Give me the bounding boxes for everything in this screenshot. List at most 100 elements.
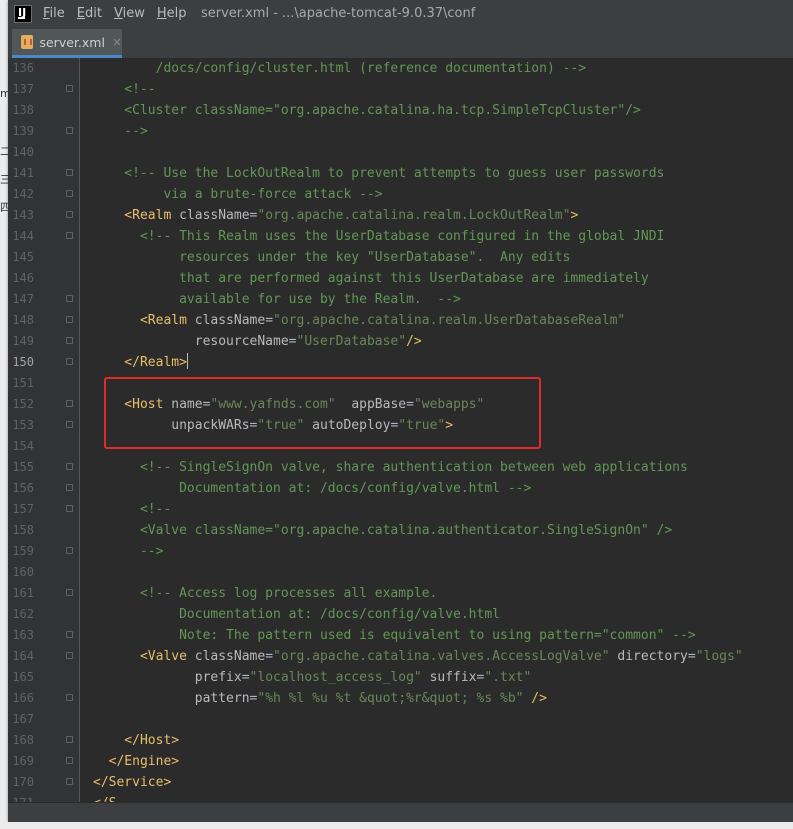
code-line[interactable]: 170 </Service>	[8, 772, 793, 793]
code-text: -->	[93, 121, 148, 142]
code-line[interactable]: 161 <!-- Access log processes all exampl…	[8, 583, 793, 604]
code-line[interactable]: 138 <Cluster className="org.apache.catal…	[8, 100, 793, 121]
code-token: ".txt"	[484, 670, 532, 685]
code-line[interactable]: 143 <Realm className="org.apache.catalin…	[8, 205, 793, 226]
fold-marker-icon[interactable]	[66, 589, 73, 596]
code-line[interactable]: 160	[8, 562, 793, 583]
fold-marker-icon[interactable]	[66, 484, 73, 491]
fold-marker-icon[interactable]	[66, 694, 73, 701]
code-text: </Realm>	[93, 352, 188, 373]
code-text: Documentation at: /docs/config/valve.htm…	[93, 478, 531, 499]
code-line[interactable]: 142 via a brute-force attack -->	[8, 184, 793, 205]
close-icon[interactable]: ×	[112, 35, 122, 49]
fold-marker-icon[interactable]	[66, 358, 73, 365]
line-number: 155	[12, 460, 34, 474]
menu-help[interactable]: Help	[157, 6, 187, 21]
code-token: "org.apache.catalina.realm.UserDatabaseR…	[273, 313, 626, 328]
code-line[interactable]: 140	[8, 142, 793, 163]
code-line[interactable]: 149 resourceName="UserDatabase"/>	[8, 331, 793, 352]
code-token: <!-- Use the LockOutRealm to prevent att…	[93, 166, 665, 181]
code-line[interactable]: 155 <!-- SingleSignOn valve, share authe…	[8, 457, 793, 478]
fold-marker-icon[interactable]	[66, 316, 73, 323]
code-token: "localhost_access_log"	[249, 670, 422, 685]
line-number: 137	[12, 82, 34, 96]
fold-marker-icon[interactable]	[66, 736, 73, 743]
fold-marker-icon[interactable]	[66, 421, 73, 428]
code-line[interactable]: 162 Documentation at: /docs/config/valve…	[8, 604, 793, 625]
code-line[interactable]: 168 </Host>	[8, 730, 793, 751]
code-line[interactable]: 145 resources under the key "UserDatabas…	[8, 247, 793, 268]
code-line[interactable]: 150 </Realm>	[8, 352, 793, 373]
code-line[interactable]: 136 /docs/config/cluster.html (reference…	[8, 58, 793, 79]
code-token: "logs"	[695, 649, 743, 664]
code-line[interactable]: 157 <!--	[8, 499, 793, 520]
fold-marker-icon[interactable]	[66, 232, 73, 239]
code-line[interactable]: 163 Note: The pattern used is equivalent…	[8, 625, 793, 646]
fold-marker-icon[interactable]	[66, 337, 73, 344]
fold-marker-icon[interactable]	[66, 211, 73, 218]
fold-marker-icon[interactable]	[66, 652, 73, 659]
line-number: 163	[12, 628, 34, 642]
code-line[interactable]: 141 <!-- Use the LockOutRealm to prevent…	[8, 163, 793, 184]
code-text: resourceName="UserDatabase"/>	[93, 331, 422, 352]
code-token: =	[241, 670, 250, 685]
code-text: pattern="%h %l %u %t &quot;%r&quot; %s %…	[93, 688, 547, 709]
code-line[interactable]: 166 pattern="%h %l %u %t &quot;%r&quot; …	[8, 688, 793, 709]
code-line[interactable]: 146 that are performed against this User…	[8, 268, 793, 289]
menu-edit[interactable]: Edit	[77, 6, 102, 21]
fold-marker-icon[interactable]	[66, 85, 73, 92]
code-line[interactable]: 169 </Engine>	[8, 751, 793, 772]
line-number: 143	[12, 208, 34, 222]
background-window-edge: m 二 三 四	[0, 0, 11, 829]
code-editor[interactable]: 136 /docs/config/cluster.html (reference…	[8, 58, 793, 802]
fold-marker-icon[interactable]	[66, 463, 73, 470]
fold-marker-icon[interactable]	[66, 547, 73, 554]
line-number: 165	[12, 670, 34, 684]
menu-file[interactable]: File	[43, 6, 65, 21]
code-text: <Cluster className="org.apache.catalina.…	[93, 100, 641, 121]
code-text: <!-- This Realm uses the UserDatabase co…	[93, 226, 664, 247]
code-token: directory	[617, 649, 688, 664]
code-line[interactable]: 144 <!-- This Realm uses the UserDatabas…	[8, 226, 793, 247]
fold-marker-icon[interactable]	[66, 505, 73, 512]
status-bar	[8, 802, 793, 822]
fold-marker-icon[interactable]	[66, 778, 73, 785]
code-token: =	[288, 334, 297, 349]
code-token: Documentation at: /docs/config/valve.htm…	[93, 481, 532, 496]
fold-marker-icon[interactable]	[66, 295, 73, 302]
tab-server-xml[interactable]: server.xml ×	[12, 29, 122, 58]
code-token: <Realm	[93, 208, 180, 223]
code-line[interactable]: 167	[8, 709, 793, 730]
tab-label: server.xml	[39, 34, 105, 50]
code-line[interactable]: 139 -->	[8, 121, 793, 142]
code-text: -->	[93, 541, 164, 562]
line-number: 161	[12, 586, 34, 600]
code-token: />	[523, 691, 547, 706]
fold-marker-icon[interactable]	[66, 190, 73, 197]
code-line[interactable]: 165 prefix="localhost_access_log" suffix…	[8, 667, 793, 688]
code-line[interactable]: 156 Documentation at: /docs/config/valve…	[8, 478, 793, 499]
code-line[interactable]: 158 <Valve className="org.apache.catalin…	[8, 520, 793, 541]
code-token: <Valve	[93, 649, 195, 664]
line-number: 171	[8, 793, 34, 802]
fold-marker-icon[interactable]	[66, 631, 73, 638]
code-token: <Cluster className="org.apache.catalina.…	[93, 103, 641, 118]
code-line[interactable]: 159 -->	[8, 541, 793, 562]
line-number: 146	[12, 271, 34, 285]
fold-marker-icon[interactable]	[66, 400, 73, 407]
code-token: =	[687, 649, 696, 664]
fold-marker-icon[interactable]	[66, 169, 73, 176]
menu-view[interactable]: View	[114, 6, 145, 21]
code-line[interactable]: 164 <Valve className="org.apache.catalin…	[8, 646, 793, 667]
code-text: Note: The pattern used is equivalent to …	[93, 625, 696, 646]
fold-marker-icon[interactable]	[66, 127, 73, 134]
code-token: </Realm>	[93, 355, 187, 370]
fold-marker-icon[interactable]	[66, 757, 73, 764]
code-line[interactable]: 137 <!--	[8, 79, 793, 100]
line-number: 166	[12, 691, 34, 705]
code-line[interactable]: 147 available for use by the Realm. -->	[8, 289, 793, 310]
code-line[interactable]: 148 <Realm className="org.apache.catalin…	[8, 310, 793, 331]
code-line[interactable]: 171 </S	[8, 793, 793, 802]
code-token: <Realm	[93, 313, 195, 328]
